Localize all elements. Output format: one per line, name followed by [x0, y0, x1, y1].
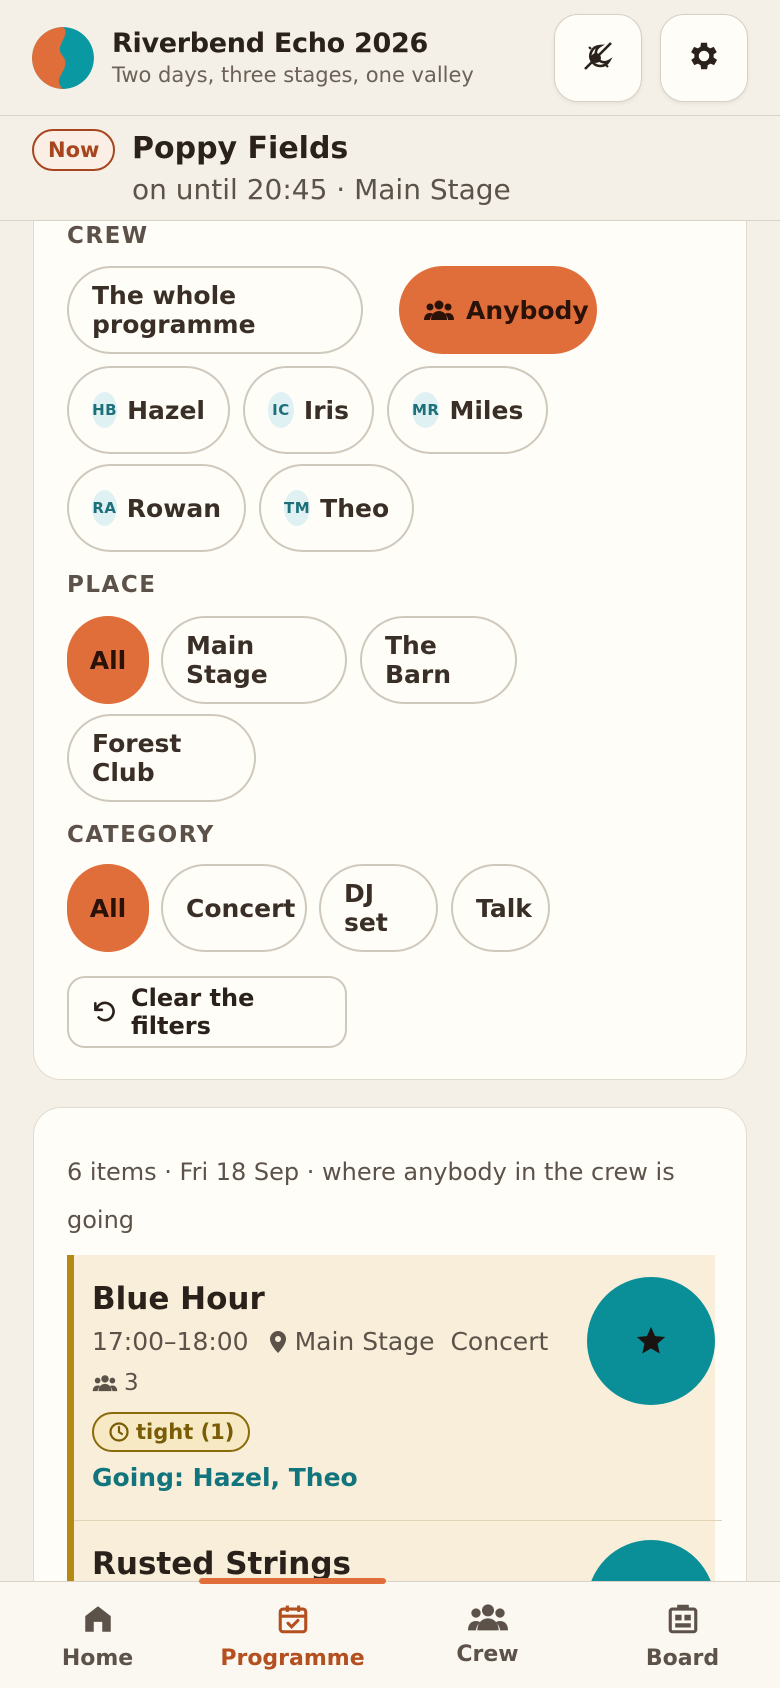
now-playing-title: Poppy Fields: [132, 131, 349, 166]
crew-option-anybody[interactable]: Anybody: [399, 266, 597, 354]
category-option-dj-set[interactable]: DJ set: [319, 864, 438, 952]
star-icon: [634, 1324, 668, 1358]
avatar: HB: [92, 392, 118, 428]
member-name: Hazel: [127, 395, 205, 425]
board-icon: [666, 1602, 700, 1636]
category-option-all[interactable]: All: [67, 864, 149, 952]
nav-home[interactable]: Home: [0, 1582, 195, 1688]
now-playing-bar[interactable]: Now Poppy Fields on until 20:45 · Main S…: [0, 117, 780, 221]
chip-label: The whole programme: [92, 281, 256, 339]
nav-crew[interactable]: Crew: [390, 1582, 585, 1688]
app-header: Riverbend Echo 2026 Two days, three stag…: [0, 0, 780, 116]
event-meta: 17:00–18:00 Main Stage Concert: [92, 1327, 548, 1356]
nav-label: Home: [61, 1646, 134, 1671]
event-time: 17:00–18:00: [92, 1327, 249, 1356]
event-category: Concert: [450, 1327, 549, 1356]
member-name: Theo: [320, 493, 390, 523]
settings-button[interactable]: [660, 13, 748, 102]
now-playing-detail: on until 20:45 · Main Stage: [132, 173, 511, 206]
place-option-the-barn[interactable]: The Barn: [360, 616, 517, 704]
event-row-blue-hour[interactable]: Blue Hour 17:00–18:00 Main Stage Concert: [67, 1255, 715, 1520]
now-badge: Now: [32, 129, 116, 171]
theme-toggle-button[interactable]: [554, 13, 642, 102]
place-option-main-stage[interactable]: Main Stage: [161, 616, 347, 704]
avatar: TM: [284, 490, 311, 526]
crew-member-theo[interactable]: TM Theo: [259, 464, 414, 552]
theme-toggle-icon: [580, 38, 616, 78]
category-option-concert[interactable]: Concert: [161, 864, 307, 952]
place-section-label: PLACE: [67, 572, 157, 598]
app-subtitle: Two days, three stages, one valley: [112, 63, 474, 87]
avatar: IC: [268, 392, 294, 428]
category-section-label: CATEGORY: [67, 822, 215, 848]
nav-programme[interactable]: Programme: [195, 1578, 390, 1688]
event-title: Blue Hour: [92, 1281, 265, 1317]
member-name: Rowan: [126, 493, 221, 523]
chip-label: Concert: [186, 893, 296, 923]
chip-label: The Barn: [385, 631, 452, 689]
group-icon: [467, 1602, 508, 1632]
crew-count-value: 3: [124, 1370, 139, 1396]
crew-member-rowan[interactable]: RA Rowan: [67, 464, 246, 552]
group-icon: [92, 1374, 118, 1392]
crew-member-hazel[interactable]: HB Hazel: [67, 366, 230, 454]
active-tab-indicator: [199, 1578, 386, 1584]
chip-label: Talk: [476, 893, 532, 923]
clear-filters-label: Clear the filters: [131, 984, 255, 1040]
event-title: Rusted Strings: [92, 1546, 351, 1582]
event-crew-count: 3: [92, 1370, 139, 1396]
chip-label: Anybody: [466, 295, 589, 325]
chip-label: Forest Club: [92, 729, 182, 787]
nav-label: Programme: [220, 1646, 365, 1671]
crew-member-miles[interactable]: MR Miles: [387, 366, 548, 454]
favorite-button[interactable]: [587, 1277, 715, 1405]
member-name: Iris: [303, 395, 349, 425]
nav-label: Board: [645, 1646, 720, 1671]
row-divider: [74, 1520, 722, 1521]
place-option-forest-club[interactable]: Forest Club: [67, 714, 256, 802]
chip-label: All: [89, 893, 127, 923]
clash-label: tight (1): [136, 1420, 235, 1444]
clock-warning-icon: [108, 1421, 130, 1443]
avatar: RA: [92, 490, 117, 526]
event-place: Main Stage: [294, 1327, 435, 1356]
category-option-talk[interactable]: Talk: [451, 864, 550, 952]
clash-badge: tight (1): [92, 1412, 251, 1452]
nav-label: Crew: [456, 1642, 519, 1667]
nav-board[interactable]: Board: [585, 1582, 780, 1688]
avatar: MR: [412, 392, 440, 428]
home-icon: [81, 1602, 115, 1636]
crew-member-iris[interactable]: IC Iris: [243, 366, 374, 454]
undo-icon: [91, 999, 117, 1025]
list-summary: 6 items · Fri 18 Sep · where anybody in …: [67, 1158, 675, 1234]
event-going: Going: Hazel, Theo: [92, 1463, 358, 1492]
clear-filters-button[interactable]: Clear the filters: [67, 976, 347, 1048]
calendar-check-icon: [276, 1602, 310, 1636]
chip-label: Main Stage: [186, 631, 268, 689]
bottom-navigation: Home Programme Crew Board: [0, 1578, 780, 1688]
chip-label: DJ set: [344, 879, 388, 937]
pin-icon: [269, 1330, 287, 1353]
group-icon: [424, 299, 454, 321]
chip-label: All: [89, 645, 127, 675]
crew-section-label: CREW: [67, 223, 149, 249]
filters-panel: CREW The whole programme Anybody HB Haze…: [33, 160, 747, 1080]
member-name: Miles: [449, 395, 524, 425]
place-option-all[interactable]: All: [67, 616, 149, 704]
app-logo: [32, 26, 94, 89]
app-title: Riverbend Echo 2026: [112, 28, 428, 59]
gear-icon: [686, 38, 722, 78]
crew-option-whole-programme[interactable]: The whole programme: [67, 266, 363, 354]
